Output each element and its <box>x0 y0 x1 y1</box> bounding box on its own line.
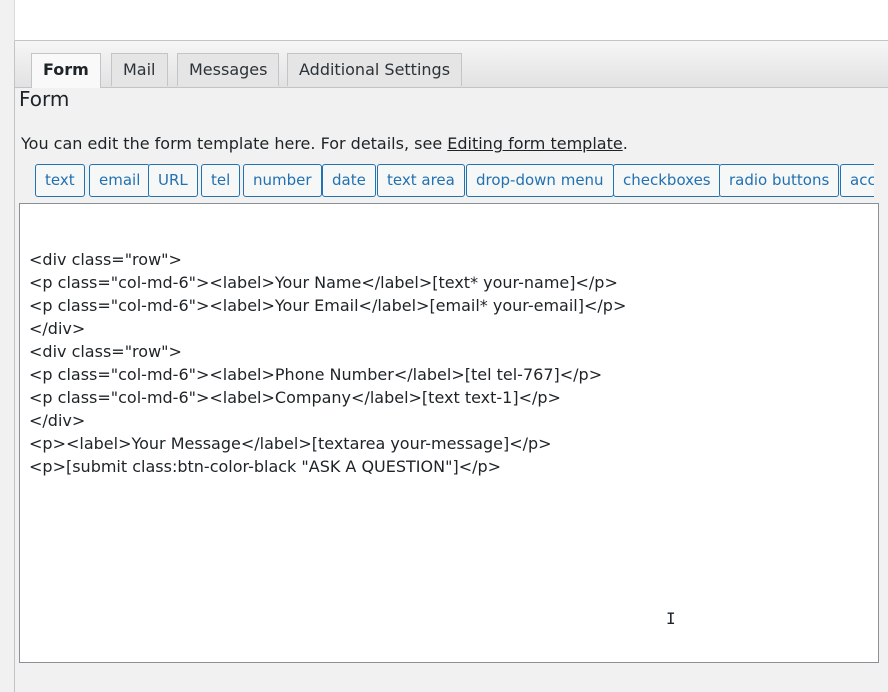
code-line: <p class="col-md-6"><label>Company</labe… <box>29 388 561 407</box>
code-line: <div class="row"> <box>29 250 182 269</box>
code-line: <p><label>Your Message</label>[textarea … <box>29 434 552 453</box>
code-line: <p>[submit class:btn-color-black "ASK A … <box>29 457 502 476</box>
tag-button-number[interactable]: number <box>243 164 322 197</box>
form-template-textarea[interactable]: <div class="row"> <p class="col-md-6"><l… <box>19 203 879 663</box>
tag-button-date[interactable]: date <box>322 164 376 197</box>
section-title: Form <box>19 87 70 111</box>
tag-button-tel[interactable]: tel <box>201 164 241 197</box>
code-line: </div> <box>29 319 86 338</box>
tag-button-email[interactable]: email <box>89 164 151 197</box>
tab-form[interactable]: Form <box>31 53 101 88</box>
code-line: <p class="col-md-6"><label>Your Email</l… <box>29 296 627 315</box>
tab-bar: Form Mail Messages Additional Settings <box>15 41 888 88</box>
code-line: <p class="col-md-6"><label>Phone Number<… <box>29 365 603 384</box>
tag-generator-buttons: text email URL tel number date text area… <box>20 164 874 198</box>
form-description: You can edit the form template here. For… <box>21 134 628 153</box>
tag-button-radio-buttons[interactable]: radio buttons <box>719 164 840 197</box>
description-text: You can edit the form template here. For… <box>21 134 448 153</box>
top-strip <box>14 0 888 41</box>
code-line: <div class="row"> <box>29 342 182 361</box>
tag-button-text-area[interactable]: text area <box>377 164 465 197</box>
tab-additional-settings[interactable]: Additional Settings <box>287 53 463 86</box>
tab-messages[interactable]: Messages <box>177 53 280 86</box>
tag-button-url[interactable]: URL <box>148 164 198 197</box>
tag-button-drop-down-menu[interactable]: drop-down menu <box>466 164 614 197</box>
description-suffix: . <box>622 134 628 153</box>
tag-button-text[interactable]: text <box>35 164 85 197</box>
code-line: <p class="col-md-6"><label>Your Name</la… <box>29 273 618 292</box>
editing-form-template-link[interactable]: Editing form template <box>447 134 622 153</box>
text-cursor-icon: I <box>666 609 676 628</box>
code-line: </div> <box>29 411 86 430</box>
tag-button-checkboxes[interactable]: checkboxes <box>613 164 721 197</box>
tab-mail[interactable]: Mail <box>111 53 168 86</box>
tag-button-acceptance[interactable]: accep <box>840 164 874 197</box>
